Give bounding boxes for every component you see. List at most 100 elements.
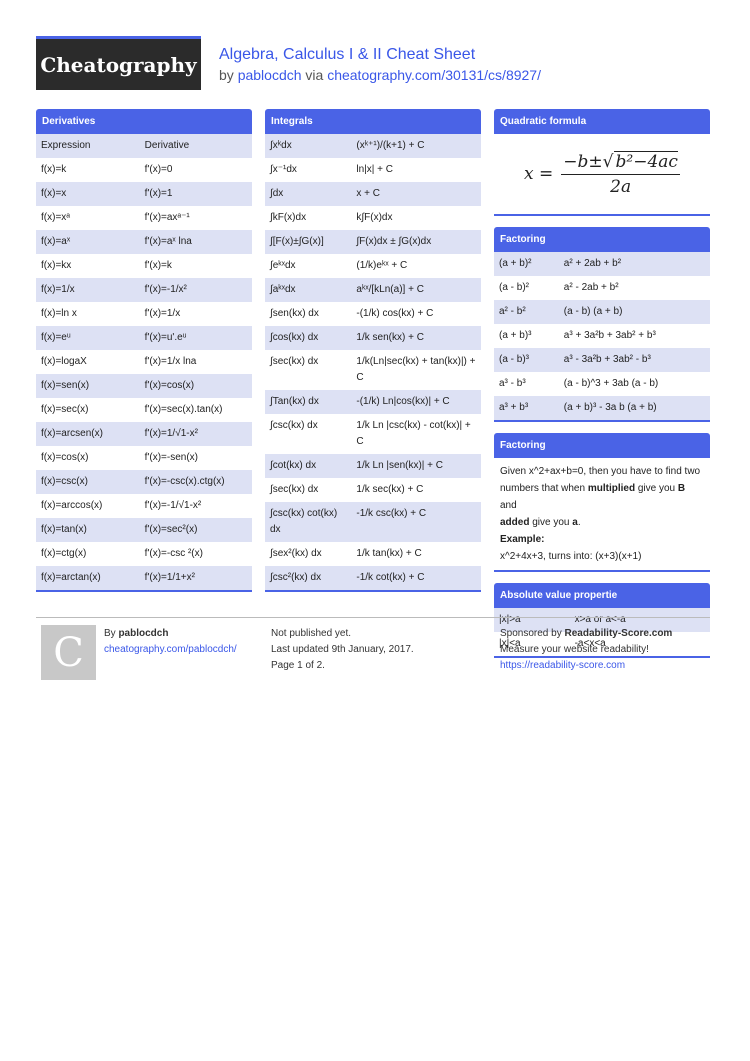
derivatives-heading: Derivatives xyxy=(36,109,252,134)
cell-right: f'(x)=1/√1-x² xyxy=(144,428,198,439)
cell-right: -1/k cot(kx) + C xyxy=(356,572,425,583)
derivative-row: f(x)=ctg(x) f'(x)=-csc ²(x) xyxy=(36,542,252,566)
cell-left: f(x)=x xyxy=(41,188,67,199)
cell-right: -(1/k) cos(kx) + C xyxy=(356,308,434,319)
integral-row: ∫csc(kx) cot(kx) dx -1/k csc(kx) + C xyxy=(265,502,481,542)
cell-right: (a - b)^3 + 3ab (a - b) xyxy=(563,378,659,389)
cell-right: f'(x)=-1/√1-x² xyxy=(144,500,202,511)
cell-left: f(x)=arctan(x) xyxy=(41,572,101,583)
cell-right: f'(x)=1/x lna xyxy=(144,356,197,367)
cell-right: (a + b)³ - 3a b (a + b) xyxy=(563,402,657,413)
formula-fraction: −b±√ b²−4ac 2a xyxy=(561,150,680,197)
derivative-row: f(x)=sec(x) f'(x)=sec(x).tan(x) xyxy=(36,398,252,422)
factoring-bold-multiplied: multiplied xyxy=(587,483,636,494)
derivative-row: f(x)=aˣ f'(x)=aˣ lna xyxy=(36,230,252,254)
factoring-text-card: Factoring Given x^2+ax+b=0, then you hav… xyxy=(494,433,710,572)
cell-right: f'(x)=sec²(x) xyxy=(144,524,198,535)
derivative-row: f(x)=xᵃ f'(x)=axᵃ⁻¹ xyxy=(36,206,252,230)
footer-author: By pablocdch cheatography.com/pablocdch/ xyxy=(104,626,237,658)
cell-left: ∫x⁻¹dx xyxy=(270,164,297,175)
cell-left: a³ + b³ xyxy=(499,402,529,413)
footer-sponsor: Sponsored by Readability-Score.com Measu… xyxy=(500,626,672,674)
cell-right: a³ - 3a²b + 3ab² - b³ xyxy=(563,354,651,365)
footer-by: By xyxy=(104,628,116,639)
column-3: Quadratic formula x = −b±√ b²−4ac 2a Fact… xyxy=(494,109,710,669)
cell-right: 1/k Ln |csc(kx) - cot(kx)| + C xyxy=(356,420,471,447)
cell-left: f(x)=aˣ xyxy=(41,236,71,247)
footer-page: Page 1 of 2. xyxy=(271,660,325,671)
cell-right: f'(x)=1/1+x² xyxy=(144,572,195,583)
derivative-row: f(x)=x f'(x)=1 xyxy=(36,182,252,206)
cell-left: (a + b)² xyxy=(499,258,532,269)
derivative-row: f(x)=logaX f'(x)=1/x lna xyxy=(36,350,252,374)
integral-row: ∫sec(kx) dx 1/k sec(kx) + C xyxy=(265,478,481,502)
cell-left: f(x)=arccos(x) xyxy=(41,500,103,511)
example-text: x^2+4x+3, turns into: (x+3)(x+1) xyxy=(500,551,642,562)
cell-left: f(x)=logaX xyxy=(41,356,87,367)
factoring-table-heading: Factoring xyxy=(494,227,710,252)
formula-numerator: −b±√ b²−4ac xyxy=(561,150,680,175)
derivative-row: Expression Derivative xyxy=(36,134,252,158)
author-avatar[interactable]: C xyxy=(41,625,96,680)
cell-right: (1/k)eᵏˣ + C xyxy=(356,260,408,271)
integral-row: ∫Tan(kx) dx -(1/k) Ln|cos(kx)| + C xyxy=(265,390,481,414)
cell-right: k∫F(x)dx xyxy=(356,212,393,223)
cell-left: a² - b² xyxy=(499,306,526,317)
formula-prefix: −b± xyxy=(563,151,603,172)
cell-right: ∫F(x)dx ± ∫G(x)dx xyxy=(356,236,432,247)
derivative-row: f(x)=eᵘ f'(x)=u'.eᵘ xyxy=(36,326,252,350)
cell-left: a³ - b³ xyxy=(499,378,526,389)
integrals-heading: Integrals xyxy=(265,109,481,134)
integral-row: ∫dx x + C xyxy=(265,182,481,206)
formula-radicand: b²−4ac xyxy=(613,150,678,172)
derivative-row: f(x)=arccos(x) f'(x)=-1/√1-x² xyxy=(36,494,252,518)
integral-row: ∫cot(kx) dx 1/k Ln |sen(kx)| + C xyxy=(265,454,481,478)
integral-row: ∫sex²(kx) dx 1/k tan(kx) + C xyxy=(265,542,481,566)
via-text: via xyxy=(305,67,324,83)
cell-right: f'(x)=-sen(x) xyxy=(144,452,198,463)
cell-left: ∫kF(x)dx xyxy=(270,212,307,223)
cell-left: ∫sec(kx) dx xyxy=(270,356,319,367)
footer-sponsor-link[interactable]: https://readability-score.com xyxy=(500,660,625,671)
footer-tagline: Measure your website readability! xyxy=(500,644,649,655)
cell-left: ∫sen(kx) dx xyxy=(270,308,319,319)
integral-row: ∫csc²(kx) dx -1/k cot(kx) + C xyxy=(265,566,481,591)
integral-row: ∫aᵏˣdx aᵏˣ/[kLn(a)] + C xyxy=(265,278,481,302)
cheatography-logo[interactable]: Cheatography xyxy=(36,36,201,90)
cell-right: 1/k Ln |sen(kx)| + C xyxy=(356,460,444,471)
factoring-table: (a + b)² a² + 2ab + b² (a - b)² a² - 2ab + … xyxy=(494,252,710,422)
cell-left: ∫[F(x)±∫G(x)] xyxy=(270,236,324,247)
cell-left: ∫dx xyxy=(270,188,284,199)
cell-left: ∫sex²(kx) dx xyxy=(270,548,322,559)
cell-right: ln|x| + C xyxy=(356,164,393,175)
cell-left: f(x)=tan(x) xyxy=(41,524,87,535)
footer-sponsored-by: Sponsored by xyxy=(500,628,562,639)
cell-right: 1/k tan(kx) + C xyxy=(356,548,422,559)
cell-left: f(x)=kx xyxy=(41,260,72,271)
footer-divider xyxy=(36,617,710,618)
cell-right: -(1/k) Ln|cos(kx)| + C xyxy=(356,396,450,407)
cell-right: f'(x)=-csc(x).ctg(x) xyxy=(144,476,225,487)
author-link[interactable]: pablocdch xyxy=(238,67,302,83)
cell-left: ∫csc(kx) dx xyxy=(270,420,318,431)
cell-left: ∫aᵏˣdx xyxy=(270,284,296,295)
cell-left: f(x)=csc(x) xyxy=(41,476,88,487)
footer-sponsor-name: Readability-Score.com xyxy=(564,628,673,639)
derivatives-table: Expression Derivative f(x)=k f'(x)=0 f(x)=x f… xyxy=(36,134,252,592)
cell-right: a² + 2ab + b² xyxy=(563,258,622,269)
integral-row: ∫csc(kx) dx 1/k Ln |csc(kx) - cot(kx)| + … xyxy=(265,414,481,454)
column-2: Integrals ∫xᵏdx (xᵏ⁺¹)/(k+1) + C ∫x⁻¹dx ln|… xyxy=(265,109,481,603)
cell-right: f'(x)=cos(x) xyxy=(144,380,195,391)
integral-row: ∫sec(kx) dx 1/k(Ln|sec(kx) + tan(kx)|) + … xyxy=(265,350,481,390)
cell-left: f(x)=1/x xyxy=(41,284,75,295)
cell-right: f'(x)=k xyxy=(144,260,172,271)
derivative-row: f(x)=arctan(x) f'(x)=1/1+x² xyxy=(36,566,252,591)
factoring-bold-added: added xyxy=(500,517,530,528)
sheet-url-link[interactable]: cheatography.com/30131/cs/8927/ xyxy=(327,67,541,83)
footer-author-link[interactable]: cheatography.com/pablocdch/ xyxy=(104,644,237,655)
cell-right: f'(x)=u'.eᵘ xyxy=(144,332,187,343)
cell-left: f(x)=cos(x) xyxy=(41,452,89,463)
formula-lhs: x = xyxy=(524,164,554,184)
cell-left: f(x)=xᵃ xyxy=(41,212,70,223)
factoring-text-part: give you xyxy=(532,517,570,528)
